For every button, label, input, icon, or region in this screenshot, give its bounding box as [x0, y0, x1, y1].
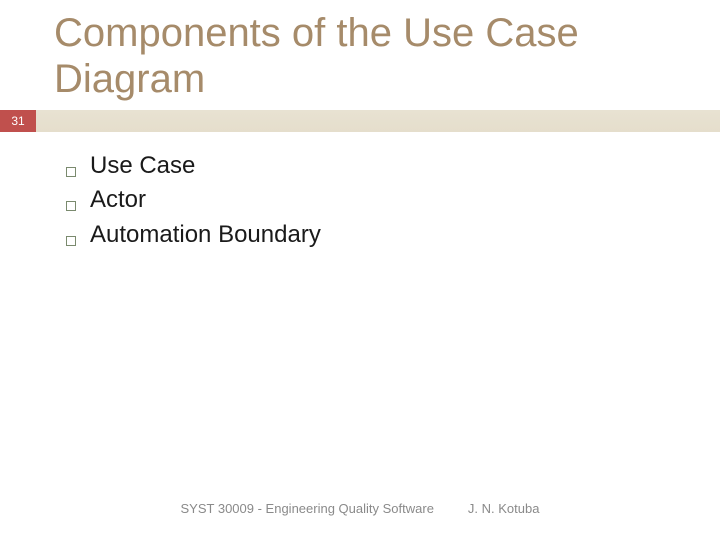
content-area: Use Case Actor Automation Boundary	[0, 132, 720, 251]
bullet-text: Automation Boundary	[90, 219, 321, 251]
square-bullet-icon	[66, 236, 76, 246]
list-item: Actor	[66, 184, 720, 216]
list-item: Use Case	[66, 150, 720, 182]
square-bullet-icon	[66, 201, 76, 211]
bullet-text: Actor	[90, 184, 146, 216]
list-item: Automation Boundary	[66, 219, 720, 251]
slide-title: Components of the Use Case Diagram	[54, 10, 720, 102]
slide-footer: SYST 30009 - Engineering Quality Softwar…	[0, 501, 720, 516]
footer-course: SYST 30009 - Engineering Quality Softwar…	[181, 501, 434, 516]
accent-bar	[36, 110, 720, 132]
square-bullet-icon	[66, 167, 76, 177]
title-area: Components of the Use Case Diagram	[0, 0, 720, 110]
footer-author: J. N. Kotuba	[468, 501, 540, 516]
badge-row: 31	[0, 110, 720, 132]
bullet-text: Use Case	[90, 150, 195, 182]
slide-number-badge: 31	[0, 110, 36, 132]
